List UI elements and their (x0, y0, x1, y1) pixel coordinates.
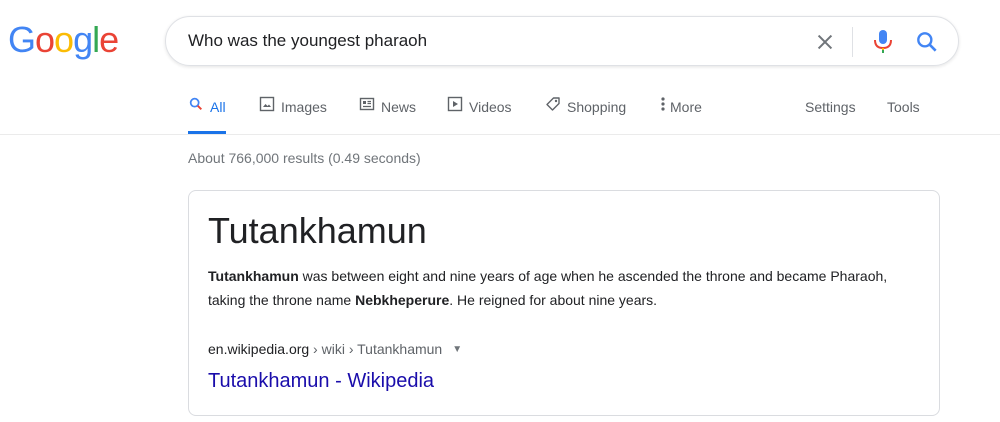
tab-settings[interactable]: Settings (805, 88, 856, 134)
snippet-bold-term: Nebkheperure (355, 292, 450, 308)
logo-letter: G (8, 19, 36, 60)
logo-letter: l (92, 19, 100, 60)
tab-label: All (210, 99, 226, 115)
logo-letter: o (54, 19, 74, 60)
snippet-text: Tutankhamun was between eight and nine y… (208, 264, 920, 312)
close-icon[interactable] (814, 31, 836, 53)
search-divider (852, 27, 853, 57)
tab-more[interactable]: More (660, 88, 702, 134)
tab-all[interactable]: All (188, 88, 226, 134)
cite-path: › wiki › Tutankhamun (309, 341, 443, 357)
snippet-text-part: . He reigned for about nine years. (449, 292, 658, 308)
tab-shopping[interactable]: Shopping (545, 88, 626, 134)
featured-snippet-card: Tutankhamun Tutankhamun was between eigh… (188, 190, 940, 416)
snippet-bold-term: Tutankhamun (208, 268, 299, 284)
tab-label: More (670, 99, 702, 115)
cite-domain: en.wikipedia.org (208, 341, 310, 357)
more-vert-icon (660, 88, 666, 126)
tab-videos[interactable]: Videos (447, 88, 512, 134)
caret-down-icon[interactable]: ▼ (452, 340, 462, 360)
tab-label: Images (281, 99, 327, 115)
result-link[interactable]: Tutankhamun - Wikipedia (208, 367, 434, 395)
tab-label: Shopping (567, 99, 627, 115)
news-icon (359, 88, 375, 126)
tab-tools[interactable]: Tools (887, 88, 920, 134)
logo-letter: g (73, 19, 93, 60)
result-citation: en.wikipedia.org › wiki › Tutankhamun ▼ (208, 339, 462, 360)
mic-icon[interactable] (871, 28, 895, 56)
tab-label: News (381, 99, 417, 115)
search-tabs: All Images News Videos Shopping More Set… (0, 88, 1000, 135)
answer-title: Tutankhamun (208, 210, 427, 251)
tab-label: Settings (805, 99, 856, 115)
image-icon (259, 88, 275, 126)
tag-icon (545, 88, 561, 126)
logo-letter: e (99, 19, 119, 60)
result-stats: About 766,000 results (0.49 seconds) (188, 150, 421, 166)
tab-label: Videos (469, 99, 512, 115)
tab-images[interactable]: Images (259, 88, 327, 134)
video-icon (447, 88, 463, 126)
tab-label: Tools (887, 99, 920, 115)
search-box[interactable]: Who was the youngest pharaoh (165, 16, 959, 66)
search-icon (188, 88, 204, 126)
logo-letter: o (35, 19, 55, 60)
google-logo[interactable]: Google (8, 19, 119, 60)
search-icon[interactable] (914, 29, 940, 55)
search-input[interactable]: Who was the youngest pharaoh (188, 17, 427, 65)
tab-news[interactable]: News (359, 88, 416, 134)
